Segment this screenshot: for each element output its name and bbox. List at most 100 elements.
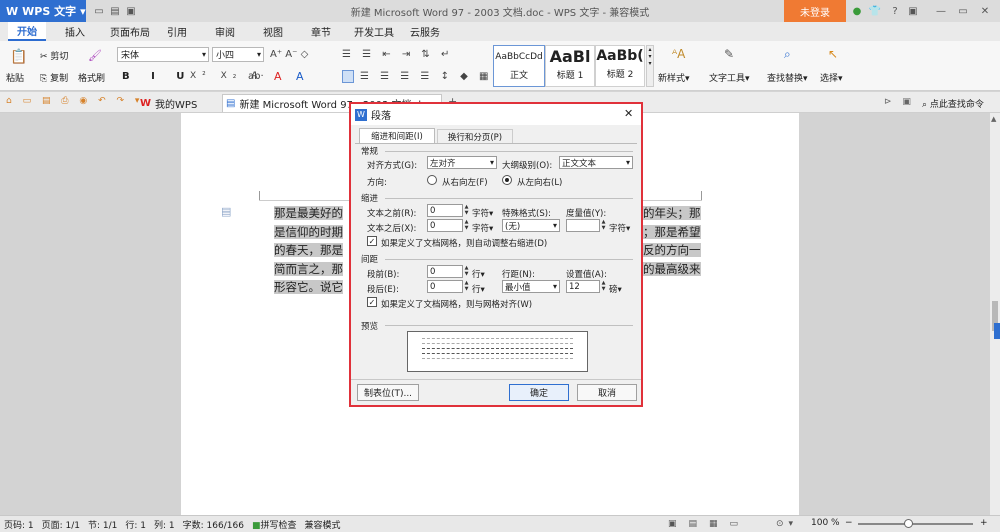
indent-after-input[interactable]: 0 bbox=[427, 219, 463, 232]
text-tools-button[interactable]: 文字工具▾ bbox=[709, 71, 750, 84]
auto-indent-checkbox[interactable]: ✓ bbox=[367, 236, 377, 246]
font-name-select[interactable]: 宋体 bbox=[117, 47, 209, 62]
close-icon[interactable]: ✕ bbox=[978, 4, 992, 18]
minimize-icon[interactable]: — bbox=[934, 4, 948, 18]
line-spacing-label: 行距(N): bbox=[502, 270, 535, 280]
ltr-radio[interactable] bbox=[502, 175, 512, 185]
indent-after-unit[interactable]: 字符▾ bbox=[472, 222, 493, 234]
find-replace-button[interactable]: 查找替换▾ bbox=[767, 71, 808, 84]
zoom-in-icon[interactable]: + bbox=[980, 518, 988, 528]
indent-before-spinner[interactable]: ▲ ▼ bbox=[463, 204, 470, 217]
list-icons[interactable]: ☰ ☰ ⇤ ⇥ ⇅ ↵ bbox=[342, 49, 453, 60]
setting-value-spinner[interactable]: ▲ ▼ bbox=[600, 280, 607, 293]
new-style-button[interactable]: 新样式▾ bbox=[658, 71, 690, 84]
tab-my-wps[interactable]: W 我的WPS bbox=[140, 94, 218, 112]
tab-stops-button[interactable]: 制表位(T)... bbox=[357, 384, 419, 401]
zoom-out-icon[interactable]: − bbox=[845, 518, 853, 528]
space-after-unit[interactable]: 行▾ bbox=[472, 283, 485, 295]
new-doc-icon[interactable]: ▭ bbox=[92, 4, 106, 18]
copy-button[interactable]: ⎘ 复制 bbox=[40, 71, 68, 84]
style-heading-1[interactable]: AaBl 标题 1 bbox=[545, 45, 595, 87]
view-mode-icons[interactable]: ▣▤▦▭ bbox=[668, 519, 750, 529]
scroll-up-icon[interactable]: ▲ bbox=[991, 115, 996, 123]
tab-indent-spacing[interactable]: 缩进和间距(I) bbox=[359, 128, 435, 143]
tab-insert[interactable]: 插入 bbox=[55, 22, 95, 41]
cancel-button[interactable]: 取消 bbox=[577, 384, 637, 401]
zoom-slider-thumb[interactable] bbox=[904, 519, 913, 528]
align-left-icon[interactable] bbox=[342, 70, 354, 83]
setting-value-unit[interactable]: 磅▾ bbox=[609, 283, 622, 295]
style-gallery-scroll[interactable]: ▴ ▾ ▾ bbox=[646, 45, 654, 87]
vertical-scrollbar[interactable]: ▲ bbox=[990, 113, 1000, 515]
help-icon[interactable]: ? bbox=[888, 4, 902, 18]
tab-chapter[interactable]: 章节 bbox=[304, 22, 338, 41]
word-count[interactable]: 字数: 166/166 bbox=[179, 518, 248, 531]
new-style-icon[interactable]: ᴬA bbox=[672, 47, 685, 61]
tab-page-layout[interactable]: 页面布局 bbox=[103, 22, 157, 41]
tab-review[interactable]: 审阅 bbox=[208, 22, 242, 41]
outline-level-select[interactable]: 正文文本 bbox=[559, 156, 633, 169]
close-icon[interactable]: ✕ bbox=[624, 107, 633, 120]
tab-view[interactable]: 视图 bbox=[256, 22, 290, 41]
zoom-slider[interactable] bbox=[858, 523, 973, 525]
special-format-select[interactable]: (无) bbox=[502, 219, 560, 232]
shirt-icon[interactable]: 👕 bbox=[868, 4, 882, 18]
font-style-buttons[interactable]: B I U bbox=[122, 71, 193, 82]
setting-value-input[interactable]: 12 bbox=[566, 280, 600, 293]
format-painter-button[interactable]: 格式刷 bbox=[78, 71, 105, 84]
line-spacing-select[interactable]: 最小值 bbox=[502, 280, 560, 293]
preview-line bbox=[422, 338, 573, 340]
tab-references[interactable]: 引用 bbox=[160, 22, 194, 41]
document-text-right[interactable]: 的年头；那 ；那是希望 反的方向一 的最高级来 bbox=[643, 204, 701, 278]
cut-button[interactable]: ✂ 剪切 bbox=[40, 49, 68, 62]
space-before-input[interactable]: 0 bbox=[427, 265, 463, 278]
paste-button[interactable]: 粘贴 bbox=[6, 71, 24, 84]
cursor-icon[interactable]: ↖ bbox=[828, 47, 838, 61]
paste-icon[interactable]: 📋 bbox=[10, 49, 27, 65]
tab-home[interactable]: 开始 bbox=[8, 22, 46, 41]
app-menu-button[interactable]: W WPS 文字 ▾ bbox=[0, 0, 86, 22]
brush-icon[interactable]: 🖌 bbox=[88, 49, 102, 62]
grow-shrink-font-icon[interactable]: A⁺ A⁻ ◇ bbox=[270, 49, 308, 60]
open-icon[interactable]: ▤ bbox=[108, 4, 122, 18]
space-before-spinner[interactable]: ▲ ▼ bbox=[463, 265, 470, 278]
tab-developer[interactable]: 开发工具 bbox=[350, 22, 398, 41]
spell-check[interactable]: ■拼写检查 bbox=[248, 518, 301, 531]
indent-before-input[interactable]: 0 bbox=[427, 204, 463, 217]
zoom-level[interactable]: 100 % bbox=[811, 518, 840, 528]
measure-spinner[interactable]: ▲ ▼ bbox=[600, 219, 607, 232]
rtl-radio[interactable] bbox=[427, 175, 437, 185]
font-size-select[interactable]: 小四 bbox=[212, 47, 264, 62]
side-panel-toggle[interactable] bbox=[994, 323, 1000, 339]
style-normal[interactable]: AaBbCcDd 正文 bbox=[493, 45, 545, 87]
measure-input[interactable] bbox=[566, 219, 600, 232]
ok-button[interactable]: 确定 bbox=[509, 384, 569, 401]
space-before-unit[interactable]: 行▾ bbox=[472, 268, 485, 280]
align-icons[interactable]: ☰ ☰ ☰ ☰ ↕ ◆ ▦ bbox=[360, 71, 492, 82]
search-command-input[interactable]: ⌕ 点此查找命令 bbox=[922, 97, 984, 110]
quick-access-icons[interactable]: ⌂ ▭ ▤ ⎙ ◉ ↶ ↷ ▾ bbox=[6, 96, 143, 106]
color-ball-icon[interactable]: ● bbox=[850, 4, 864, 18]
char-shading-icon[interactable]: A bbox=[296, 70, 304, 83]
indent-after-spinner[interactable]: ▲ ▼ bbox=[463, 219, 470, 232]
tab-line-page-breaks[interactable]: 换行和分页(P) bbox=[437, 129, 513, 143]
login-button[interactable]: 未登录 bbox=[784, 0, 846, 22]
snap-grid-checkbox[interactable]: ✓ bbox=[367, 297, 377, 307]
find-replace-icon[interactable]: ⌕ bbox=[784, 47, 791, 62]
indent-before-unit[interactable]: 字符▾ bbox=[472, 207, 493, 219]
space-after-input[interactable]: 0 bbox=[427, 280, 463, 293]
style-heading-2[interactable]: AaBb( 标题 2 bbox=[595, 45, 645, 87]
bar-side-icons[interactable]: ⊳ ▣ bbox=[884, 97, 915, 107]
measure-unit[interactable]: 字符▾ bbox=[609, 222, 630, 234]
tab-cloud[interactable]: 云服务 bbox=[405, 22, 445, 41]
select-button[interactable]: 选择▾ bbox=[820, 71, 843, 84]
text-tools-icon[interactable]: ✎ bbox=[724, 47, 734, 61]
alignment-select[interactable]: 左对齐 bbox=[427, 156, 497, 169]
zoom-icons[interactable]: ⊙▾ bbox=[776, 519, 798, 529]
font-color-icon[interactable]: A bbox=[274, 70, 282, 83]
window-layout-icon[interactable]: ▣ bbox=[906, 4, 920, 18]
highlight-icon[interactable]: ab· bbox=[248, 71, 264, 82]
space-after-spinner[interactable]: ▲ ▼ bbox=[463, 280, 470, 293]
maximize-icon[interactable]: ▭ bbox=[956, 4, 970, 18]
save-icon[interactable]: ▣ bbox=[124, 4, 138, 18]
